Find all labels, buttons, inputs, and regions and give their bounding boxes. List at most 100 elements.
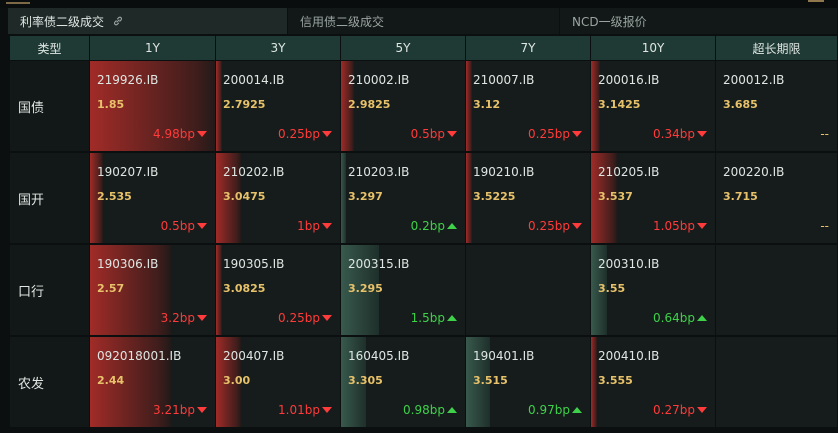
yield-value: 3.5225 xyxy=(473,190,516,203)
tab-rate-bond[interactable]: 利率债二级成交 xyxy=(8,8,288,34)
change-value: 0.25bp xyxy=(278,311,332,325)
row-label: 国债 xyxy=(10,61,90,152)
change-text: 0.25bp xyxy=(278,127,320,141)
quote-cell[interactable]: 200407.IB 3.00 1.01bp xyxy=(216,337,341,428)
quote-cell[interactable]: 200310.IB 3.55 0.64bp xyxy=(591,245,716,336)
quote-cell[interactable]: 092018001.IB 2.44 3.21bp xyxy=(90,337,216,428)
change-text: 0.34bp xyxy=(653,127,695,141)
bond-code: 200016.IB xyxy=(598,73,660,87)
yield-value: 3.537 xyxy=(598,190,633,203)
quote-cell xyxy=(716,245,838,336)
quote-cell[interactable]: 190210.IB 3.5225 0.25bp xyxy=(466,153,591,244)
triangle-down-icon xyxy=(572,223,582,229)
yield-value: 3.295 xyxy=(348,282,383,295)
triangle-down-icon xyxy=(322,407,332,413)
change-text: 1.5bp xyxy=(410,311,445,325)
header-term: 10Y xyxy=(591,36,716,60)
triangle-down-icon xyxy=(697,131,707,137)
bond-code: 210202.IB xyxy=(223,165,285,179)
change-value: 0.25bp xyxy=(278,127,332,141)
quote-cell[interactable]: 200016.IB 3.1425 0.34bp xyxy=(591,61,716,152)
header-term: 7Y xyxy=(466,36,591,60)
bond-code: 092018001.IB xyxy=(97,349,182,363)
yield-value: 2.9825 xyxy=(348,98,391,111)
triangle-down-icon xyxy=(322,223,332,229)
quote-cell[interactable]: 160405.IB 3.305 0.98bp xyxy=(341,337,466,428)
yield-value: 2.7925 xyxy=(223,98,266,111)
change-text: 0.5bp xyxy=(160,219,195,233)
link-icon[interactable] xyxy=(112,15,124,27)
change-text: 1bp xyxy=(297,219,320,233)
triangle-down-icon xyxy=(322,315,332,321)
quote-cell xyxy=(716,337,838,428)
change-value: 1.5bp xyxy=(411,311,457,325)
quote-cell[interactable]: 219926.IB 1.85 4.98bp xyxy=(90,61,216,152)
quote-cell[interactable]: 190306.IB 2.57 3.2bp xyxy=(90,245,216,336)
header-term: 3Y xyxy=(216,36,341,60)
row-label: 国开 xyxy=(10,153,90,244)
tab-label: NCD一级报价 xyxy=(572,14,647,29)
change-text: 0.5bp xyxy=(410,127,445,141)
triangle-up-icon xyxy=(447,407,457,413)
triangle-down-icon xyxy=(197,223,207,229)
minimize-icon[interactable] xyxy=(808,0,824,2)
yield-value: 3.685 xyxy=(723,98,758,111)
change-magnitude-bar xyxy=(216,61,222,151)
change-value: 0.34bp xyxy=(653,127,707,141)
quote-cell[interactable]: 200220.IB 3.715 -- xyxy=(716,153,838,244)
tab-label: 信用债二级成交 xyxy=(300,14,385,29)
quote-cell[interactable]: 200012.IB 3.685 -- xyxy=(716,61,838,152)
quote-cell[interactable]: 210205.IB 3.537 1.05bp xyxy=(591,153,716,244)
tab-bar: 利率债二级成交 信用债二级成交 NCD一级报价 xyxy=(8,8,838,34)
yield-value: 3.715 xyxy=(723,190,758,203)
bond-code: 200407.IB xyxy=(223,349,285,363)
yield-grid: 类型 1Y 3Y 5Y 7Y 10Y 超长期限 国债 219926.IB 1.85 4… xyxy=(10,36,838,433)
change-value: -- xyxy=(820,127,829,141)
change-value: 1.05bp xyxy=(653,219,707,233)
change-value: 0.25bp xyxy=(528,219,582,233)
quote-cell[interactable]: 210202.IB 3.0475 1bp xyxy=(216,153,341,244)
change-value: 0.2bp xyxy=(411,219,457,233)
quote-cell[interactable]: 200315.IB 3.295 1.5bp xyxy=(341,245,466,336)
row-label: 口行 xyxy=(10,245,90,336)
tab-credit-bond[interactable]: 信用债二级成交 xyxy=(288,8,560,34)
change-text: 0.64bp xyxy=(653,311,695,325)
quote-cell[interactable]: 210007.IB 3.12 0.25bp xyxy=(466,61,591,152)
yield-value: 2.57 xyxy=(97,282,125,295)
triangle-down-icon xyxy=(197,407,207,413)
quote-cell[interactable]: 210002.IB 2.9825 0.5bp xyxy=(341,61,466,152)
yield-value: 1.85 xyxy=(97,98,125,111)
change-value: 0.27bp xyxy=(653,403,707,417)
top-strip xyxy=(0,0,838,8)
quote-cell[interactable]: 210203.IB 3.297 0.2bp xyxy=(341,153,466,244)
triangle-down-icon xyxy=(197,131,207,137)
header-term: 超长期限 xyxy=(716,36,838,60)
quote-cell[interactable]: 190401.IB 3.515 0.97bp xyxy=(466,337,591,428)
bond-code: 219926.IB xyxy=(97,73,159,87)
change-value: 0.5bp xyxy=(411,127,457,141)
header-term: 1Y xyxy=(90,36,216,60)
change-text: 0.98bp xyxy=(403,403,445,417)
bond-code: 190305.IB xyxy=(223,257,285,271)
bond-code: 200012.IB xyxy=(723,73,785,87)
quote-cell[interactable]: 200014.IB 2.7925 0.25bp xyxy=(216,61,341,152)
bond-code: 200310.IB xyxy=(598,257,660,271)
bond-code: 210002.IB xyxy=(348,73,410,87)
change-text: 3.2bp xyxy=(160,311,195,325)
quote-cell[interactable]: 190207.IB 2.535 0.5bp xyxy=(90,153,216,244)
yield-value: 3.305 xyxy=(348,374,383,387)
bond-code: 190210.IB xyxy=(473,165,535,179)
quote-cell xyxy=(466,245,591,336)
triangle-up-icon xyxy=(447,223,457,229)
bond-code: 200315.IB xyxy=(348,257,410,271)
change-value: 0.64bp xyxy=(653,311,707,325)
change-magnitude-bar xyxy=(591,337,597,427)
tab-ncd[interactable]: NCD一级报价 xyxy=(560,8,838,34)
yield-value: 3.555 xyxy=(598,374,633,387)
quote-cell[interactable]: 200410.IB 3.555 0.27bp xyxy=(591,337,716,428)
quote-cell[interactable]: 190305.IB 3.0825 0.25bp xyxy=(216,245,341,336)
change-text: -- xyxy=(820,219,829,233)
tab-label: 利率债二级成交 xyxy=(20,14,105,29)
bond-code: 190306.IB xyxy=(97,257,159,271)
yield-value: 3.55 xyxy=(598,282,626,295)
